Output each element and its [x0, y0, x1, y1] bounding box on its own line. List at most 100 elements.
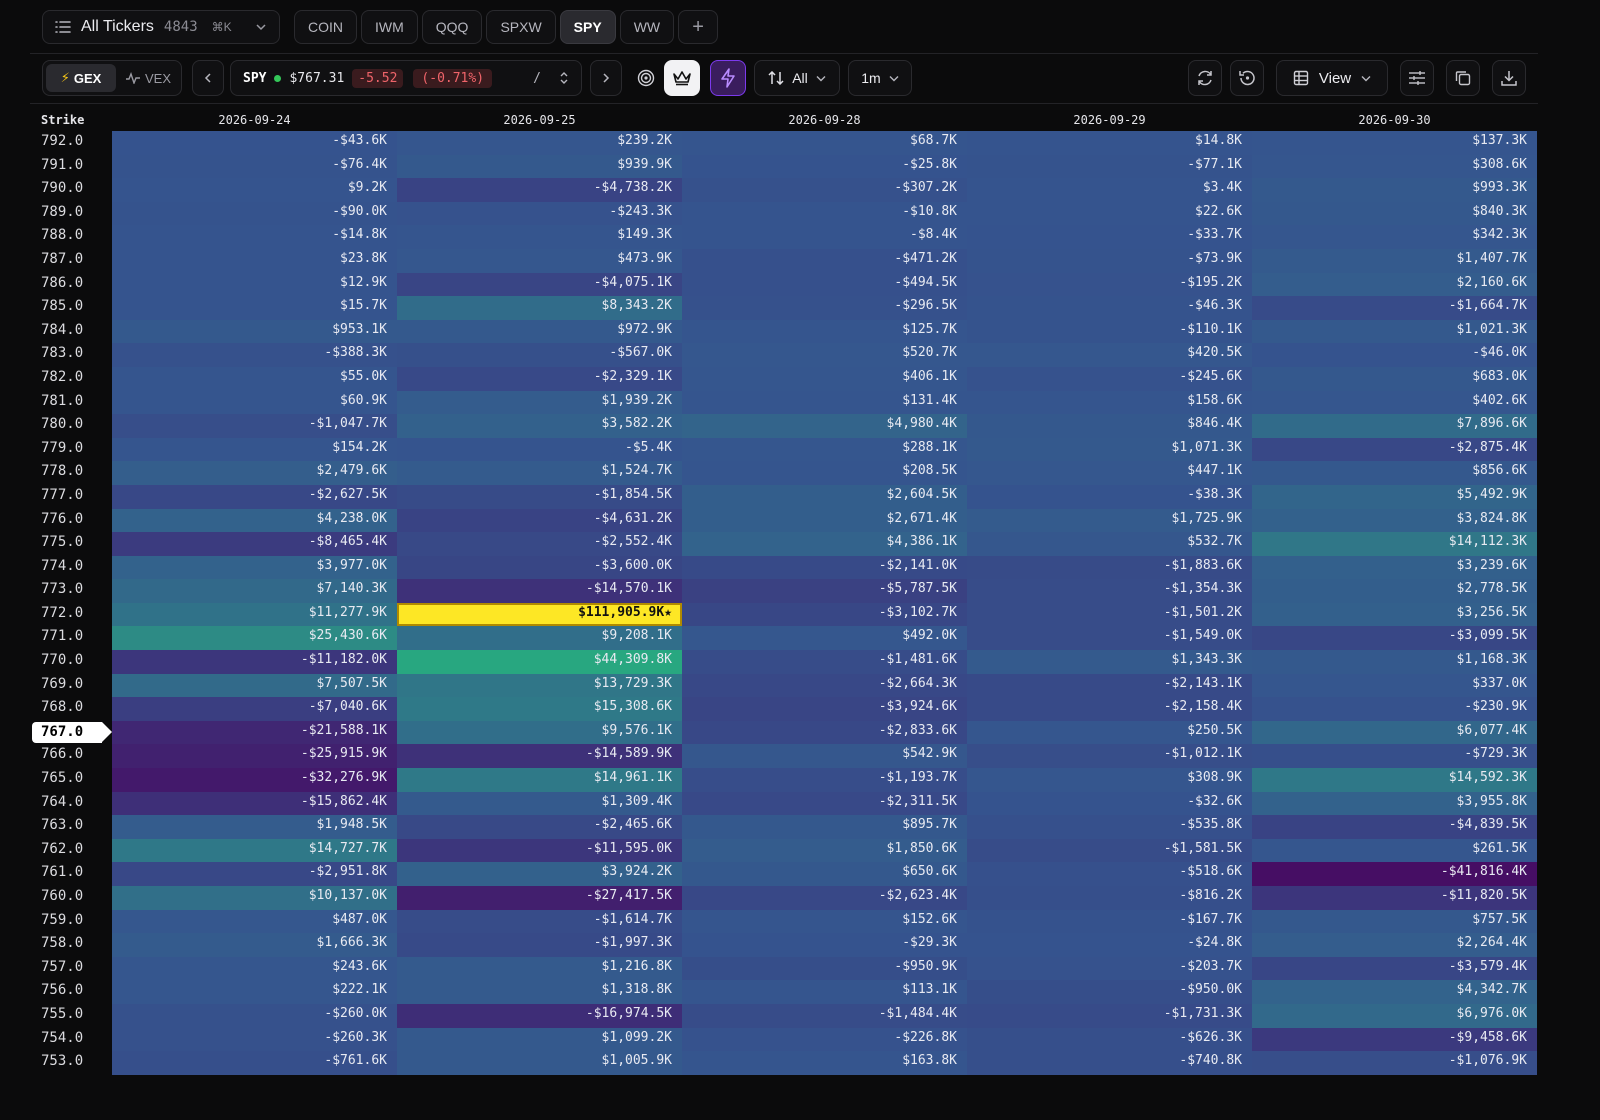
- gex-cell[interactable]: $308.6K: [1252, 154, 1537, 179]
- sort-updown-icon[interactable]: [559, 71, 569, 85]
- gex-cell[interactable]: -$43.6K: [112, 131, 397, 155]
- gex-cell[interactable]: -$761.6K: [112, 1051, 397, 1075]
- date-column-header[interactable]: 2026-09-28: [682, 113, 967, 127]
- gex-cell[interactable]: $1,071.3K: [967, 437, 1252, 462]
- gex-cell[interactable]: -$2,951.8K: [112, 862, 397, 886]
- gex-cell[interactable]: -$90.0K: [112, 201, 397, 226]
- next-ticker-button[interactable]: [590, 60, 622, 96]
- gex-cell[interactable]: -$25.8K: [682, 154, 967, 179]
- gex-cell[interactable]: -$626.3K: [967, 1027, 1252, 1052]
- gex-cell[interactable]: -$10.8K: [682, 201, 967, 226]
- gex-cell[interactable]: $14,961.1K: [397, 768, 682, 792]
- gex-cell[interactable]: -$1,193.7K: [682, 768, 967, 792]
- gex-cell[interactable]: $7,896.6K: [1252, 414, 1537, 438]
- settings-button[interactable]: [1400, 60, 1434, 96]
- gex-cell[interactable]: $6,976.0K: [1252, 1003, 1537, 1028]
- gex-cell[interactable]: -$2,552.4K: [397, 532, 682, 556]
- gex-cell[interactable]: -$32.6K: [967, 791, 1252, 816]
- gex-cell[interactable]: -$1,354.3K: [967, 579, 1252, 603]
- gex-cell[interactable]: -$195.2K: [967, 272, 1252, 297]
- all-tickers-button[interactable]: All Tickers 4843 ⌘K: [42, 10, 280, 44]
- gex-cell[interactable]: $222.1K: [112, 980, 397, 1004]
- gex-cell[interactable]: -$2,158.4K: [967, 697, 1252, 721]
- gex-cell[interactable]: $4,342.7K: [1252, 980, 1537, 1004]
- gex-cell[interactable]: $60.9K: [112, 390, 397, 415]
- gex-cell[interactable]: $13,729.3K: [397, 673, 682, 698]
- gex-cell[interactable]: -$41,816.4K: [1252, 862, 1537, 886]
- gex-cell[interactable]: $1,948.5K: [112, 815, 397, 839]
- gex-cell[interactable]: -$4,738.2K: [397, 178, 682, 202]
- gex-cell[interactable]: $4,980.4K: [682, 414, 967, 438]
- gex-cell[interactable]: -$29.3K: [682, 933, 967, 957]
- gex-cell[interactable]: $9,208.1K: [397, 626, 682, 651]
- gex-cell[interactable]: $1,850.6K: [682, 838, 967, 863]
- gex-cell[interactable]: -$76.4K: [112, 154, 397, 179]
- gex-cell[interactable]: $447.1K: [967, 461, 1252, 485]
- crown-button[interactable]: [664, 60, 700, 96]
- gex-cell[interactable]: -$1,614.7K: [397, 909, 682, 934]
- gex-cell[interactable]: $9,576.1K: [397, 720, 682, 745]
- gex-cell[interactable]: $1,407.7K: [1252, 248, 1537, 273]
- gex-cell[interactable]: $22.6K: [967, 201, 1252, 226]
- gex-cell[interactable]: -$740.8K: [967, 1051, 1252, 1075]
- gex-cell[interactable]: $3,955.8K: [1252, 791, 1537, 816]
- gex-cell[interactable]: -$9,458.6K: [1252, 1027, 1537, 1052]
- gex-cell[interactable]: $11,277.9K: [112, 602, 397, 627]
- gex-cell[interactable]: $683.0K: [1252, 366, 1537, 391]
- gex-cell[interactable]: $152.6K: [682, 909, 967, 934]
- gex-cell[interactable]: $14,592.3K: [1252, 768, 1537, 792]
- gex-cell[interactable]: $3.4K: [967, 178, 1252, 202]
- gex-cell[interactable]: -$11,595.0K: [397, 838, 682, 863]
- gex-cell[interactable]: $1,168.3K: [1252, 650, 1537, 674]
- gex-cell[interactable]: $308.9K: [967, 768, 1252, 792]
- gex-cell[interactable]: -$73.9K: [967, 248, 1252, 273]
- gex-cell[interactable]: -$260.0K: [112, 1003, 397, 1028]
- gex-cell[interactable]: -$535.8K: [967, 815, 1252, 839]
- gex-cell[interactable]: $2,604.5K: [682, 484, 967, 509]
- bolt-mode-button[interactable]: [710, 60, 746, 96]
- date-column-header[interactable]: 2026-09-25: [397, 113, 682, 127]
- gex-cell[interactable]: -$2,141.0K: [682, 555, 967, 580]
- copy-button[interactable]: [1446, 60, 1480, 96]
- gex-cell[interactable]: -$3,099.5K: [1252, 626, 1537, 651]
- gex-cell[interactable]: -$950.0K: [967, 980, 1252, 1004]
- gex-cell[interactable]: $492.0K: [682, 626, 967, 651]
- tab-coin[interactable]: COIN: [294, 10, 357, 44]
- quote-box[interactable]: SPY $767.31 -5.52 (-0.71%) /: [230, 60, 582, 96]
- gex-cell[interactable]: $650.6K: [682, 862, 967, 886]
- gex-cell[interactable]: -$25,915.9K: [112, 744, 397, 769]
- gex-cell[interactable]: $12.9K: [112, 272, 397, 297]
- gex-cell[interactable]: -$1,997.3K: [397, 933, 682, 957]
- gex-cell[interactable]: -$1,549.0K: [967, 626, 1252, 651]
- gex-cell[interactable]: -$2,465.6K: [397, 815, 682, 839]
- gex-cell[interactable]: -$4,839.5K: [1252, 815, 1537, 839]
- gex-cell[interactable]: $25,430.6K: [112, 626, 397, 651]
- tab-qqq[interactable]: QQQ: [421, 10, 483, 44]
- gex-cell[interactable]: -$3,102.7K: [682, 602, 967, 627]
- timeframe-select[interactable]: 1m: [848, 60, 912, 96]
- gex-cell[interactable]: -$38.3K: [967, 484, 1252, 509]
- gex-cell[interactable]: $1,524.7K: [397, 461, 682, 485]
- gex-cell[interactable]: $953.1K: [112, 319, 397, 344]
- gex-cell[interactable]: -$494.5K: [682, 272, 967, 297]
- gex-cell[interactable]: -$2,875.4K: [1252, 437, 1537, 462]
- gex-cell[interactable]: $895.7K: [682, 815, 967, 839]
- gex-cell[interactable]: -$230.9K: [1252, 697, 1537, 721]
- gex-cell[interactable]: -$32,276.9K: [112, 768, 397, 792]
- gex-cell[interactable]: -$243.3K: [397, 201, 682, 226]
- gex-cell[interactable]: $113.1K: [682, 980, 967, 1004]
- gex-cell[interactable]: -$816.2K: [967, 886, 1252, 910]
- gex-cell[interactable]: -$1,484.4K: [682, 1003, 967, 1028]
- gex-cell[interactable]: -$11,820.5K: [1252, 886, 1537, 910]
- gex-cell[interactable]: $23.8K: [112, 248, 397, 273]
- gex-cell[interactable]: $1,021.3K: [1252, 319, 1537, 344]
- gex-cell[interactable]: $243.6K: [112, 956, 397, 981]
- gex-cell[interactable]: -$2,664.3K: [682, 673, 967, 698]
- gex-cell[interactable]: $420.5K: [967, 343, 1252, 367]
- gex-cell[interactable]: -$77.1K: [967, 154, 1252, 179]
- gex-cell[interactable]: $342.3K: [1252, 225, 1537, 249]
- add-tab-button[interactable]: +: [678, 10, 719, 44]
- gex-cell[interactable]: -$8.4K: [682, 225, 967, 249]
- gex-cell[interactable]: -$14,589.9K: [397, 744, 682, 769]
- gex-cell[interactable]: -$203.7K: [967, 956, 1252, 981]
